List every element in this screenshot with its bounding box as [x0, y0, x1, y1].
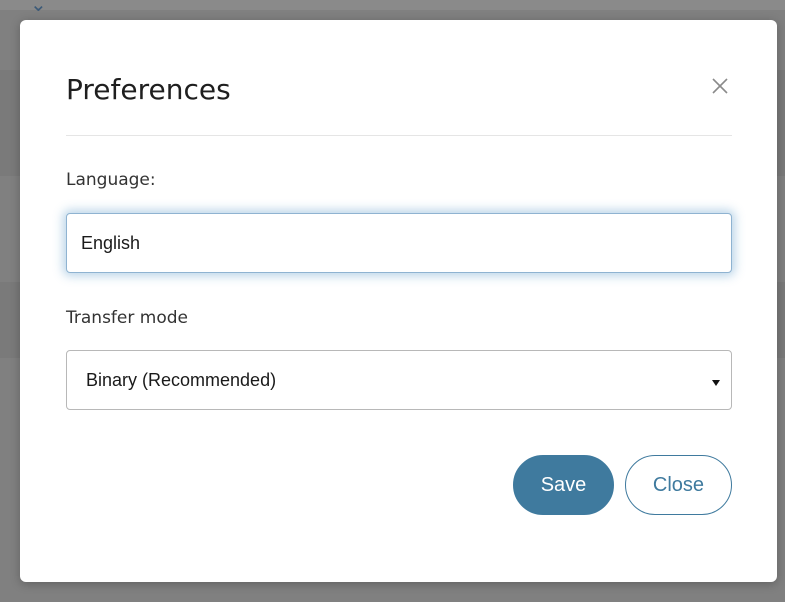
dialog-header: Preferences [66, 20, 732, 136]
background-chevron-icon: ⌄ [30, 0, 47, 16]
transfer-mode-select[interactable]: Binary (Recommended) [66, 350, 732, 410]
language-label: Language: [66, 170, 156, 190]
save-button[interactable]: Save [513, 455, 614, 515]
close-icon[interactable] [708, 74, 732, 98]
close-button[interactable]: Close [625, 455, 732, 515]
transfer-mode-selected-value: Binary (Recommended) [86, 370, 277, 390]
background-top-strip [0, 0, 785, 10]
caret-down-icon-svg [712, 380, 720, 386]
dialog-title: Preferences [66, 73, 231, 106]
caret-down-icon [711, 373, 721, 386]
preferences-dialog: Preferences Language: Transfer mode Bina… [20, 20, 777, 582]
language-input[interactable] [66, 213, 732, 273]
close-icon-svg [712, 78, 728, 94]
transfer-mode-label: Transfer mode [66, 308, 188, 328]
